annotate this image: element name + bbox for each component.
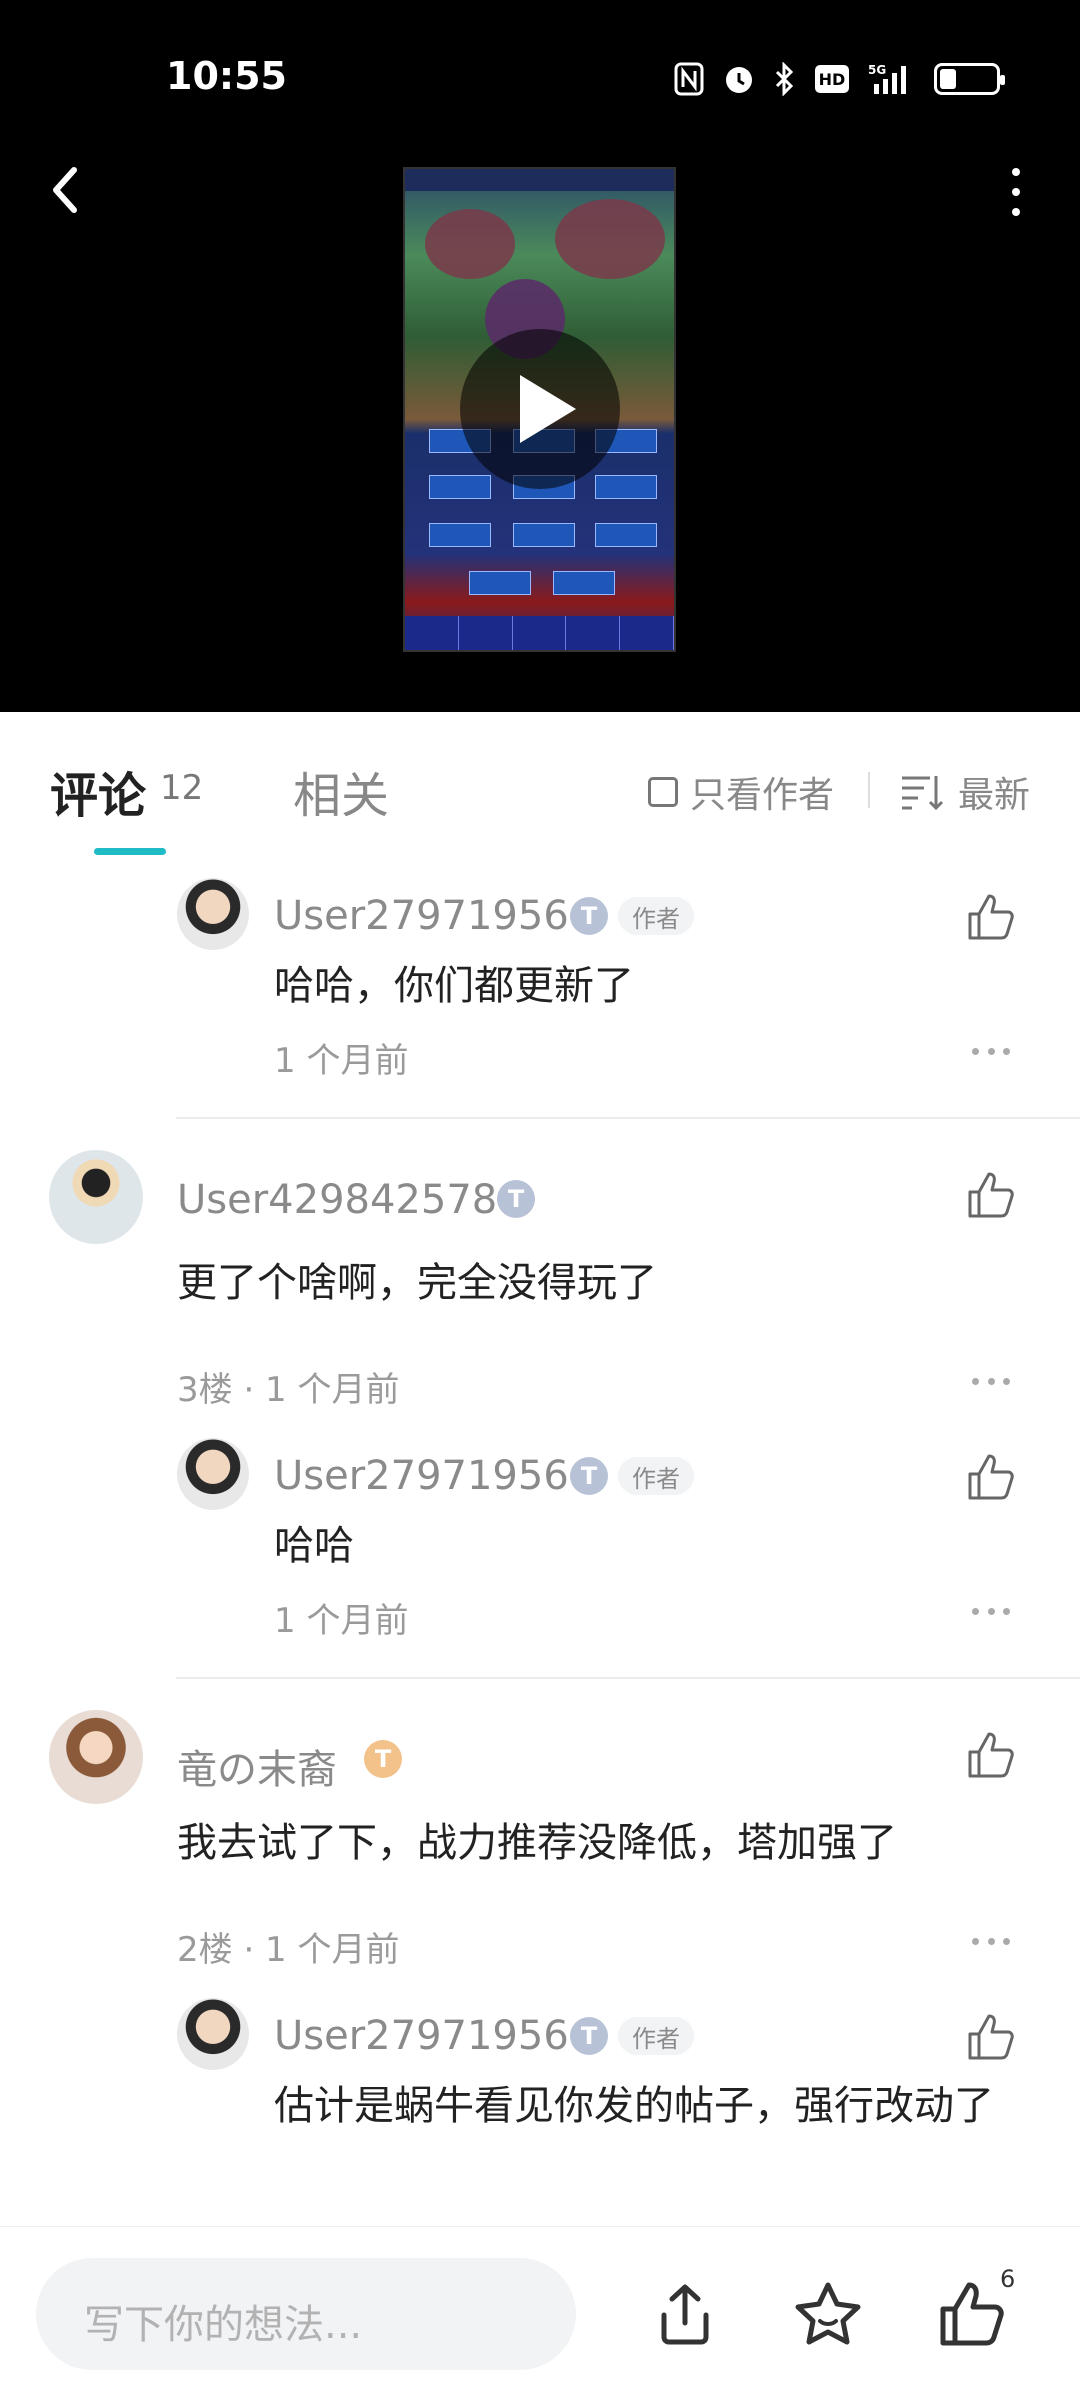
favorite-button[interactable] (793, 2279, 863, 2349)
thumbs-up-icon (968, 1732, 1014, 1778)
sort-button[interactable]: 最新 (900, 766, 1030, 818)
level-badge: T (570, 2017, 608, 2055)
checkbox-icon[interactable] (648, 777, 678, 807)
back-button[interactable] (40, 160, 90, 220)
comment-text: 哈哈，你们都更新了 (274, 963, 634, 1009)
more-options-icon[interactable] (972, 1938, 1010, 1946)
author-tag: 作者 (618, 2017, 694, 2055)
level-badge: T (364, 1740, 402, 1778)
thumbs-up-icon (968, 2014, 1014, 2060)
avatar[interactable] (177, 1438, 249, 1510)
hd-icon: HD (814, 64, 850, 94)
bottom-action-bar: 写下你的想法... 6 (0, 2226, 1080, 2400)
bluetooth-icon (774, 62, 796, 96)
tab-related[interactable]: 相关 (293, 756, 389, 826)
avatar[interactable] (177, 878, 249, 950)
nfc-icon (674, 62, 704, 96)
comment-text: 哈哈 (274, 1523, 354, 1569)
thumbs-up-icon (968, 1454, 1014, 1500)
avatar[interactable] (177, 1998, 249, 2070)
comment-meta: 3楼 · 1 个月前 (177, 1370, 400, 1410)
share-icon (661, 2284, 709, 2345)
comment-tabs: 评论 12 相关 只看作者 最新 (0, 712, 1080, 862)
thumbs-up-icon (968, 1172, 1014, 1218)
comment-username[interactable]: User429842578 (177, 1177, 497, 1223)
more-options-icon[interactable] (972, 1378, 1010, 1386)
avatar[interactable] (49, 1710, 143, 1804)
sort-icon (902, 776, 944, 811)
status-icons: HD 5G (674, 56, 1005, 102)
comment-text: 更了个啥啊，完全没得玩了 (177, 1260, 657, 1306)
like-post-button[interactable] (937, 2279, 1007, 2349)
more-vertical-icon (1012, 168, 1020, 176)
comment-username[interactable]: User27971956 (274, 2013, 569, 2059)
like-button[interactable] (966, 1452, 1016, 1502)
play-button[interactable] (460, 329, 620, 489)
more-options-icon[interactable] (972, 1608, 1010, 1616)
tab-active-indicator (94, 848, 166, 855)
share-button[interactable] (650, 2279, 720, 2349)
like-button[interactable] (966, 1170, 1016, 1220)
sort-label: 最新 (958, 775, 1031, 816)
alarm-icon (722, 62, 756, 96)
comment-separator (176, 1677, 1080, 1679)
comment-text: 估计是蜗牛看见你发的帖子，强行改动了 (274, 2083, 994, 2129)
like-button[interactable] (966, 1730, 1016, 1780)
more-button[interactable] (1004, 168, 1028, 216)
comment-meta: 1 个月前 (274, 1601, 409, 1641)
author-tag: 作者 (618, 1457, 694, 1495)
comment-meta: 1 个月前 (274, 1041, 409, 1081)
thumbs-up-icon (940, 2282, 1004, 2346)
battery-icon (934, 63, 1005, 95)
chevron-left-icon (53, 167, 77, 213)
like-button[interactable] (966, 2012, 1016, 2062)
comment-meta: 2楼 · 1 个月前 (177, 1930, 400, 1970)
like-button[interactable] (966, 892, 1016, 942)
tab-comments[interactable]: 评论 (50, 756, 146, 826)
comment-username[interactable]: User27971956 (274, 1453, 569, 1499)
comment-input-placeholder: 写下你的想法... (84, 2302, 363, 2348)
more-options-icon[interactable] (972, 1048, 1010, 1056)
avatar[interactable] (49, 1150, 143, 1244)
hd-label: HD (819, 70, 846, 89)
thumbs-up-icon (968, 894, 1014, 940)
comments-count: 12 (160, 768, 204, 808)
level-badge: T (570, 897, 608, 935)
comment-text: 我去试了下，战力推荐没降低，塔加强了 (177, 1820, 897, 1866)
comment-separator (176, 1117, 1080, 1119)
level-badge: T (570, 1457, 608, 1495)
network-label: 5G (868, 63, 886, 77)
only-author-label: 只看作者 (690, 775, 835, 816)
like-count: 6 (1000, 2265, 1016, 2293)
comment-username[interactable]: User27971956 (274, 893, 569, 939)
only-author-toggle[interactable]: 只看作者 (648, 766, 834, 818)
comment-username[interactable]: 竜の末裔 (177, 1737, 337, 1795)
status-time: 10:55 (166, 54, 287, 98)
5g-signal-icon: 5G (868, 62, 916, 96)
star-icon (795, 2282, 861, 2345)
level-badge: T (497, 1180, 535, 1218)
author-tag: 作者 (618, 897, 694, 935)
comment-input[interactable]: 写下你的想法... (36, 2258, 576, 2370)
tab-divider (868, 772, 870, 808)
